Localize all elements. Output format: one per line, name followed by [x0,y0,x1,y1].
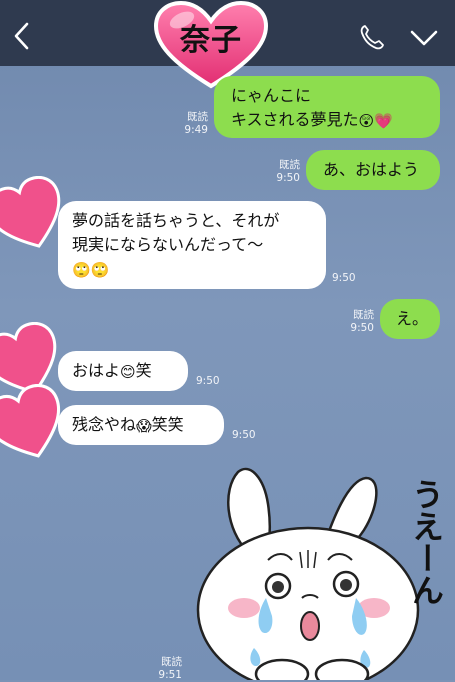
rolling-eyes-emoji: 🙄 [90,261,110,279]
read-receipt: 既読 [187,111,208,123]
message-bubble-sent[interactable]: あ、おはよう [306,150,440,190]
contact-name[interactable]: 奈子 [150,15,272,59]
timestamp: 9:49 [184,124,208,136]
message-bubble-received[interactable]: おはよ😊笑 [58,351,188,391]
read-receipt: 既読 [279,159,300,171]
sticker-caption: うえーん [407,478,445,606]
phone-icon[interactable] [357,22,387,52]
message-text: 笑笑 [151,415,184,434]
timestamp: 9:50 [350,322,374,334]
chevron-down-icon[interactable] [408,23,440,53]
rolling-eyes-emoji: 🙄 [72,261,91,279]
message-text: おはよ [72,361,121,380]
message-line: にゃんこに [231,86,312,105]
timestamp: 9:50 [196,375,220,387]
chevron-left-icon[interactable] [8,19,36,53]
astonished-face-emoji: 😲 [358,112,375,130]
message-meta: 既読 9:51 [150,656,182,682]
message-text: 残念やね [72,415,137,434]
message-line: 現実にならないんだって〜 [72,235,264,254]
message-meta: 既読 9:50 [266,159,300,185]
timestamp: 9:50 [332,272,356,284]
timestamp: 9:50 [276,172,300,184]
message-bubble-received[interactable]: 夢の話を話ちゃうと、それが 現実にならないんだって〜 🙄🙄 [58,201,326,289]
message-meta: 既読 9:49 [176,111,208,137]
smiling-face-emoji: 😊 [120,363,136,381]
screaming-face-emoji: 😱 [136,417,152,435]
message-bubble-sent[interactable]: え。 [380,299,440,339]
message-line: キスされる夢見た [231,110,359,129]
message-meta: 既読 9:50 [342,309,374,335]
timestamp: 9:50 [232,429,256,441]
timestamp: 9:51 [158,669,182,681]
message-text: 笑 [135,361,152,380]
message-bubble-sent[interactable]: にゃんこに キスされる夢見た😲💗 [214,76,440,138]
message-bubble-received[interactable]: 残念やね😱笑笑 [58,405,224,445]
read-receipt: 既読 [353,309,374,321]
sparkling-heart-emoji: 💗 [374,112,393,130]
message-line: 夢の話を話ちゃうと、それが [72,211,280,230]
read-receipt: 既読 [161,656,182,668]
